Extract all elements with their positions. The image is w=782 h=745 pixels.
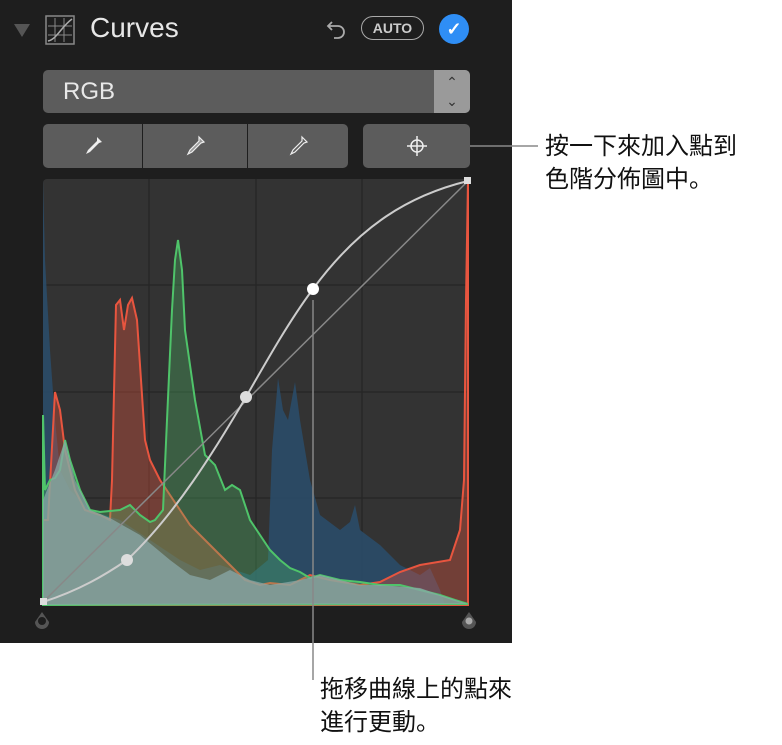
callout-line: 進行更動。 xyxy=(320,709,440,736)
callout-lines xyxy=(312,145,538,680)
callout-drag-point: 拖移曲線上的點來 進行更動。 xyxy=(320,673,512,739)
callout-line: 色階分佈圖中。 xyxy=(545,166,713,193)
callout-line: 按一下來加入點到 xyxy=(545,133,737,160)
callout-line: 拖移曲線上的點來 xyxy=(320,676,512,703)
callout-add-point: 按一下來加入點到 色階分佈圖中。 xyxy=(545,130,737,196)
